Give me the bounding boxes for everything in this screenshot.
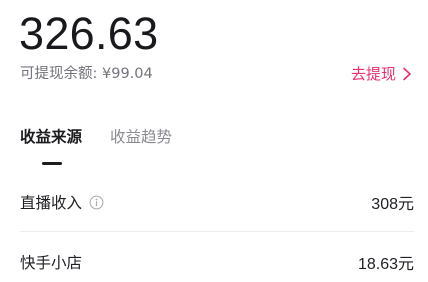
- chevron-right-icon: [403, 67, 411, 81]
- active-tab-indicator: [42, 162, 62, 165]
- info-icon[interactable]: [89, 195, 104, 210]
- income-row-label: 直播收入: [20, 194, 83, 212]
- withdrawable-amount: ¥99.04: [102, 66, 153, 82]
- tab-earnings-trend[interactable]: 收益趋势: [110, 126, 172, 172]
- income-row-value: 308元: [371, 196, 414, 213]
- row-divider: [20, 231, 414, 232]
- income-row-value: 18.63元: [357, 256, 414, 273]
- income-row-label: 快手小店: [20, 254, 83, 272]
- withdrawable-balance: 可提现余额: ¥99.04: [20, 64, 153, 84]
- withdraw-button-label: 去提现: [350, 65, 396, 83]
- income-row-shop: 快手小店 18.63元: [20, 242, 414, 282]
- earnings-tabs: 收益来源 收益趋势: [20, 126, 200, 172]
- withdrawable-label: 可提现余额:: [20, 66, 98, 82]
- total-earnings-amount: 326.63: [19, 8, 159, 59]
- withdraw-button[interactable]: 去提现: [351, 63, 412, 85]
- income-row-live: 直播收入 308元: [20, 182, 414, 222]
- tab-earnings-source[interactable]: 收益来源: [20, 126, 82, 172]
